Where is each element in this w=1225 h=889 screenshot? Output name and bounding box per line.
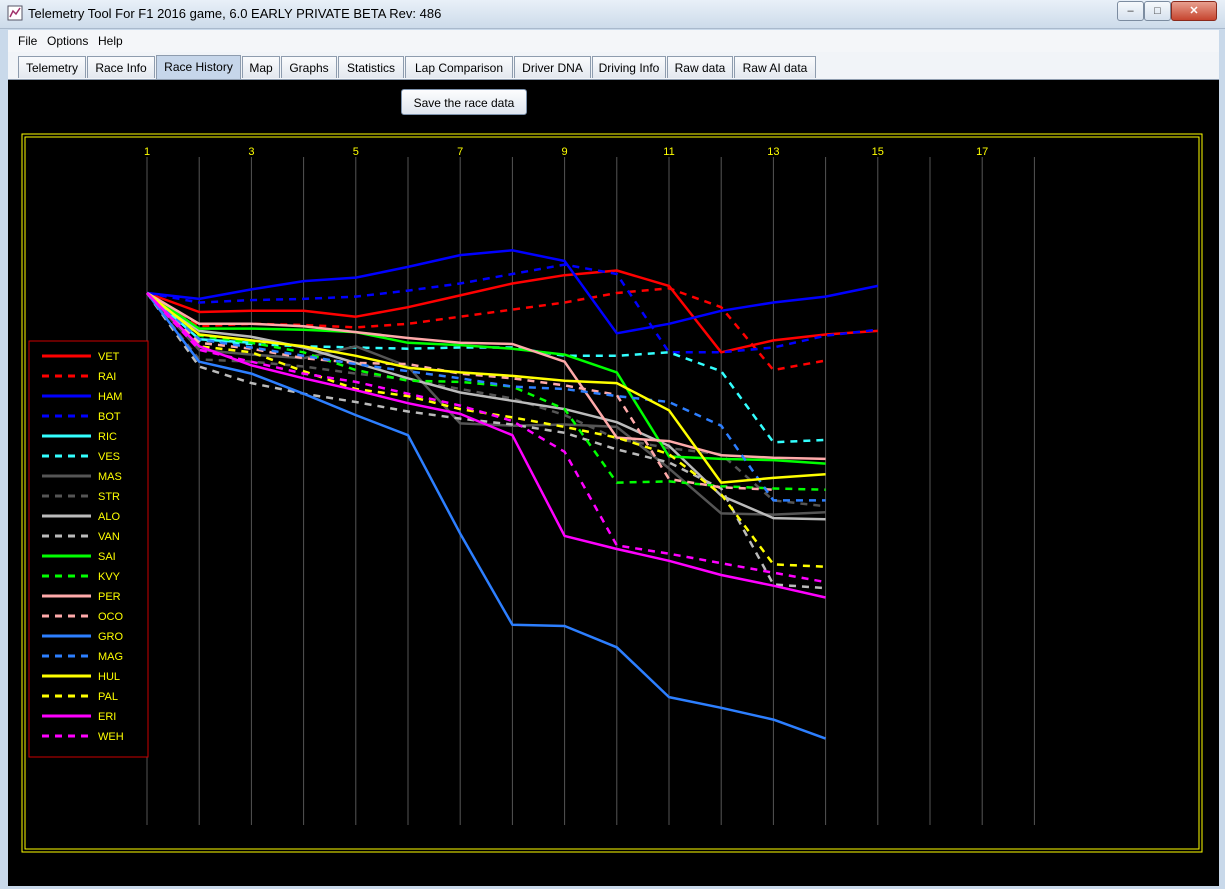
- legend-label-eri: ERI: [98, 711, 116, 723]
- legend-label-ric: RIC: [98, 431, 117, 443]
- legend-label-per: PER: [98, 591, 121, 603]
- x-tick-label: 13: [767, 146, 779, 158]
- x-tick-label: 17: [976, 146, 988, 158]
- legend-label-str: STR: [98, 491, 120, 503]
- legend-label-gro: GRO: [98, 631, 124, 643]
- x-tick-label: 7: [457, 146, 463, 158]
- app-window: Telemetry Tool For F1 2016 game, 6.0 EAR…: [0, 0, 1225, 889]
- series-line-hul: [146, 292, 826, 484]
- legend-label-weh: WEH: [98, 731, 124, 743]
- x-tick-label: 15: [872, 146, 884, 158]
- x-tick-label: 11: [663, 146, 674, 158]
- legend-label-alo: ALO: [98, 511, 120, 523]
- legend-label-vet: VET: [98, 351, 120, 363]
- x-tick-label: 3: [248, 146, 254, 158]
- legend-label-bot: BOT: [98, 411, 121, 423]
- legend-label-van: VAN: [98, 531, 120, 543]
- series-line-eri: [146, 292, 826, 599]
- legend-label-kvy: KVY: [98, 571, 121, 583]
- series-line-sai: [146, 291, 826, 465]
- legend-label-oco: OCO: [98, 611, 124, 623]
- legend-label-sai: SAI: [98, 551, 116, 563]
- legend-label-mag: MAG: [98, 651, 123, 663]
- chart-frame-inner: [24, 136, 1200, 850]
- series-line-ves: [146, 292, 826, 444]
- legend-label-hul: HUL: [98, 671, 120, 683]
- race-history-chart: 1 3 5 7 9 11 13 15 17VETRAIHAMBOTRICVESMASSTRALO…: [21, 133, 1203, 853]
- legend-label-pal: PAL: [98, 691, 118, 703]
- legend-label-ham: HAM: [98, 391, 122, 403]
- save-race-data-button[interactable]: Save the race data: [401, 89, 527, 115]
- series-line-gro: [146, 292, 827, 740]
- x-tick-label: 9: [562, 146, 568, 158]
- x-tick-label: 5: [353, 146, 359, 158]
- series-line-pal: [146, 292, 826, 568]
- legend-label-mas: MAS: [98, 471, 122, 483]
- legend-label-rai: RAI: [98, 371, 116, 383]
- x-tick-label: 1: [144, 146, 150, 158]
- legend-label-ves: VES: [98, 451, 120, 463]
